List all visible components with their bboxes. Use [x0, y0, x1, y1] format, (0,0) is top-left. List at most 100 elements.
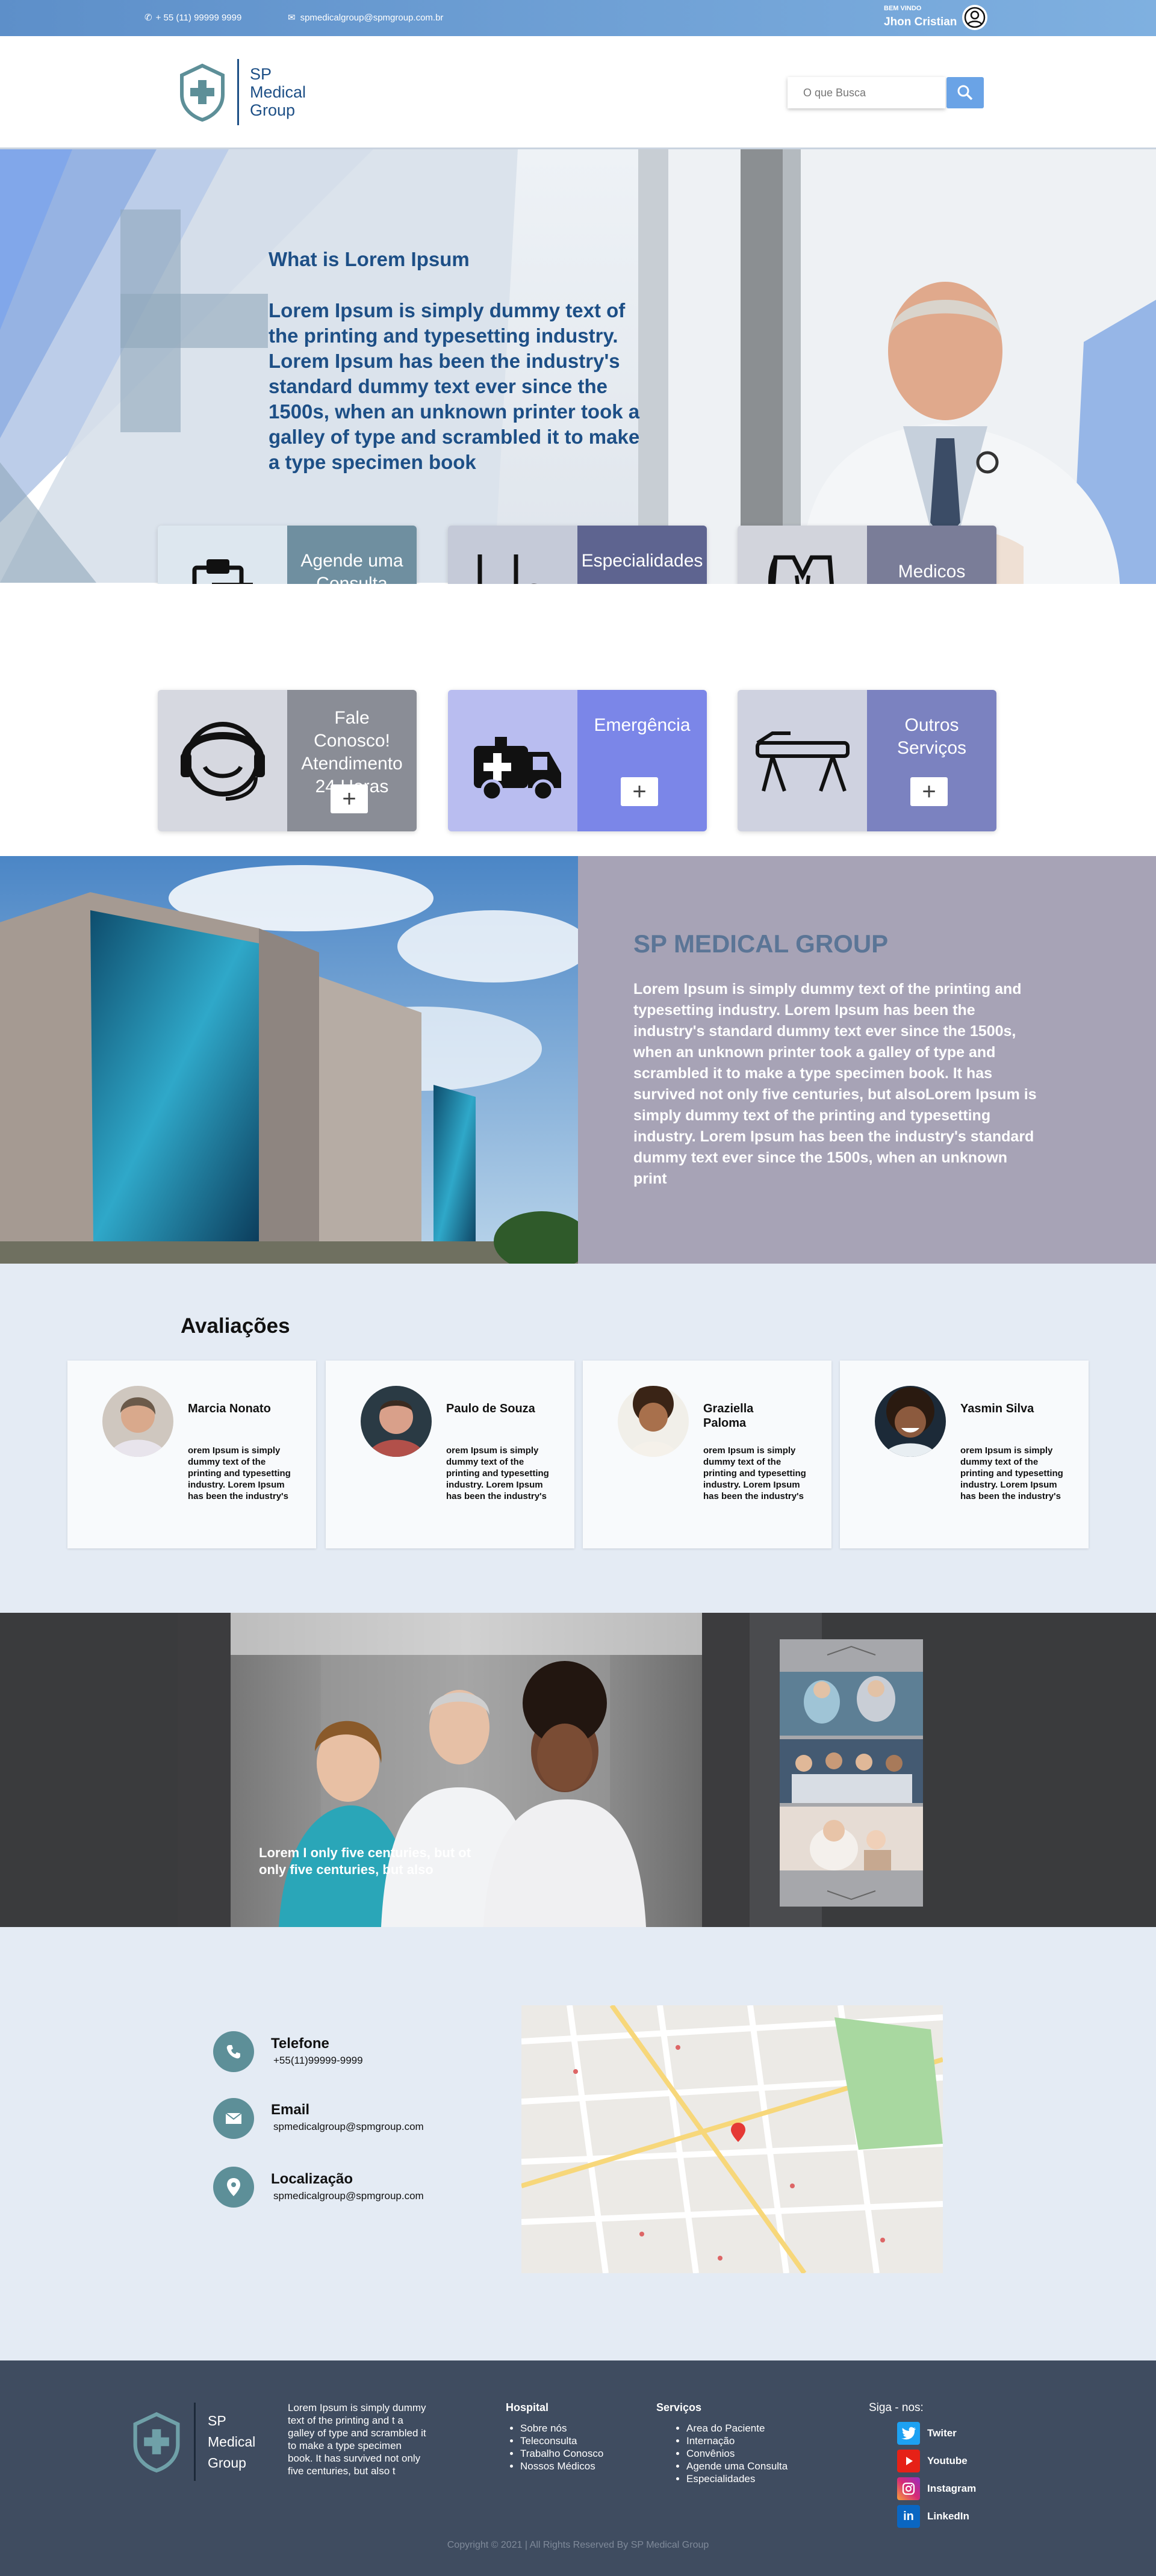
footer-services-list: Area do PacienteInternaçãoConvêniosAgend…: [673, 2422, 788, 2485]
team-photo: [231, 1613, 702, 1927]
thumbnail-1[interactable]: [780, 1672, 923, 1736]
footer-service-link[interactable]: Agende uma Consulta: [686, 2460, 788, 2472]
contact-location-value[interactable]: spmedicalgroup@spmgroup.com: [273, 2190, 424, 2202]
review-text: orem Ipsum is simply dummy text of the p…: [960, 1445, 1063, 1501]
avatar: [102, 1386, 173, 1457]
instagram-icon: [897, 2477, 920, 2500]
service-card-especialidades[interactable]: Especialidades +: [448, 526, 707, 584]
user-name[interactable]: Jhon Cristian: [884, 16, 957, 29]
footer-hospital-list: Sobre nósTeleconsultaTrabalho ConoscoNos…: [507, 2422, 603, 2472]
search-input[interactable]: [788, 77, 945, 108]
avatar: [361, 1386, 432, 1457]
contact-section: Telefone +55(11)99999-9999 Email spmedic…: [0, 1927, 1156, 2360]
youtube-icon: [897, 2450, 920, 2472]
email-info: ✉ spmedicalgroup@spmgroup.com.br: [288, 12, 443, 23]
review-card: Marcia Nonato orem Ipsum is simply dummy…: [67, 1361, 316, 1548]
location-pin-icon: [213, 2167, 254, 2208]
review-text: orem Ipsum is simply dummy text of the p…: [188, 1445, 291, 1501]
review-card: Paulo de Souza orem Ipsum is simply dumm…: [326, 1361, 574, 1548]
social-linkedin[interactable]: in LinkedIn: [897, 2505, 969, 2528]
footer-hospital-title: Hospital: [506, 2401, 549, 2413]
chevron-up-icon: [827, 1645, 876, 1656]
footer-logo[interactable]: SP Medical Group: [131, 2403, 255, 2481]
footer-hospital-link[interactable]: Teleconsulta: [520, 2435, 603, 2447]
footer-logo-medical: Medical: [208, 2433, 256, 2450]
logo-text-medical: Medical: [250, 83, 306, 101]
about-title: SP MEDICAL GROUP: [633, 930, 889, 958]
footer-services-title: Serviços: [656, 2401, 702, 2413]
map[interactable]: [521, 2005, 943, 2273]
contact-location-title: Localização: [271, 2171, 353, 2187]
ambulance-icon: [448, 690, 577, 831]
mail-icon: ✉: [288, 13, 296, 23]
topbar-email[interactable]: spmedicalgroup@spmgroup.com.br: [300, 13, 444, 23]
avatar: [618, 1386, 689, 1457]
about-section: SP MEDICAL GROUP Lorem Ipsum is simply d…: [0, 856, 1156, 1264]
site-footer: SP Medical Group Lorem Ipsum is simply d…: [0, 2360, 1156, 2576]
footer-service-link[interactable]: Area do Paciente: [686, 2422, 788, 2435]
twitter-icon: [897, 2422, 920, 2445]
service-card-medicos[interactable]: Medicos +: [738, 526, 996, 584]
shield-cross-icon: [133, 2412, 180, 2473]
footer-logo-group: Group: [208, 2454, 246, 2471]
footer-hospital-link[interactable]: Nossos Médicos: [520, 2460, 603, 2472]
social-instagram[interactable]: Instagram: [897, 2477, 976, 2500]
plus-button[interactable]: +: [621, 777, 658, 806]
welcome-label: BEM VINDO: [884, 5, 922, 12]
review-text: orem Ipsum is simply dummy text of the p…: [703, 1445, 806, 1501]
thumbnail-3[interactable]: [780, 1807, 923, 1870]
hero-section: What is Lorem Ipsum Lorem Ipsum is simpl…: [0, 149, 1156, 584]
social-twitter[interactable]: Twiter: [897, 2422, 957, 2445]
contact-email-title: Email: [271, 2102, 310, 2118]
review-card: Yasmin Silva orem Ipsum is simply dummy …: [840, 1361, 1089, 1548]
plus-button[interactable]: +: [331, 784, 368, 813]
footer-logo-sp: SP: [208, 2412, 226, 2429]
exam-table-icon: [738, 690, 867, 831]
site-header: SP Medical Group: [0, 36, 1156, 149]
service-card-fale-conosco[interactable]: Fale Conosco! Atendimento 24 Horas +: [158, 690, 417, 831]
topbar-phone: + 55 (11) 99999 9999: [155, 12, 242, 23]
thumbnails-up-button[interactable]: [780, 1639, 923, 1661]
building-image: [0, 856, 578, 1264]
service-label: Outros Serviços: [897, 715, 967, 758]
phone-icon: ✆: [144, 13, 152, 23]
clipboard-icon: [158, 526, 287, 584]
search-button[interactable]: [946, 77, 984, 108]
footer-about-text: Lorem Ipsum is simply dummy text of the …: [288, 2402, 426, 2477]
thumbnail-2[interactable]: [780, 1739, 923, 1803]
reviewer-name: Yasmin Silva: [960, 1402, 1034, 1415]
social-youtube[interactable]: Youtube: [897, 2450, 968, 2472]
gallery-section: Lorem I only five centuries, but ot only…: [0, 1613, 1156, 1927]
doctor-coat-icon: [738, 526, 867, 584]
contact-phone-value[interactable]: +55(11)99999-9999: [273, 2055, 363, 2067]
contact-phone-title: Telefone: [271, 2035, 329, 2052]
service-card-emergencia[interactable]: Emergência +: [448, 690, 707, 831]
thumbnails-down-button[interactable]: [780, 1885, 923, 1907]
footer-service-link[interactable]: Convênios: [686, 2447, 788, 2460]
footer-service-link[interactable]: Internação: [686, 2435, 788, 2447]
review-card: Graziella Paloma orem Ipsum is simply du…: [583, 1361, 831, 1548]
plus-button[interactable]: +: [910, 777, 948, 806]
about-text: Lorem Ipsum is simply dummy text of the …: [633, 981, 1037, 1187]
shield-cross-icon: [180, 63, 225, 122]
gallery-caption: Lorem I only five centuries, but ot only…: [259, 1845, 471, 1877]
footer-hospital-link[interactable]: Trabalho Conosco: [520, 2447, 603, 2460]
review-text: orem Ipsum is simply dummy text of the p…: [446, 1445, 549, 1501]
service-card-agende[interactable]: Agende uma Consulta +: [158, 526, 417, 584]
service-label: Especialidades: [581, 551, 703, 571]
phone-icon: [213, 2031, 254, 2072]
logo-text-group: Group: [250, 101, 296, 119]
search-icon: [957, 85, 973, 101]
chevron-down-icon: [827, 1890, 876, 1901]
footer-hospital-link[interactable]: Sobre nós: [520, 2422, 603, 2435]
reviewer-name: Graziella Paloma: [703, 1402, 754, 1430]
reviewer-name: Marcia Nonato: [188, 1402, 271, 1415]
service-card-outros[interactable]: Outros Serviços +: [738, 690, 996, 831]
footer-service-link[interactable]: Especialidades: [686, 2472, 788, 2485]
contact-email-value[interactable]: spmedicalgroup@spmgroup.com: [273, 2121, 424, 2133]
logo[interactable]: SP Medical Group: [178, 59, 306, 125]
service-label: Emergência: [594, 715, 691, 735]
user-icon[interactable]: [962, 5, 987, 30]
top-bar: ✆ + 55 (11) 99999 9999 ✉ spmedicalgroup@…: [0, 0, 1156, 36]
reviews-title: Avaliações: [181, 1314, 290, 1338]
